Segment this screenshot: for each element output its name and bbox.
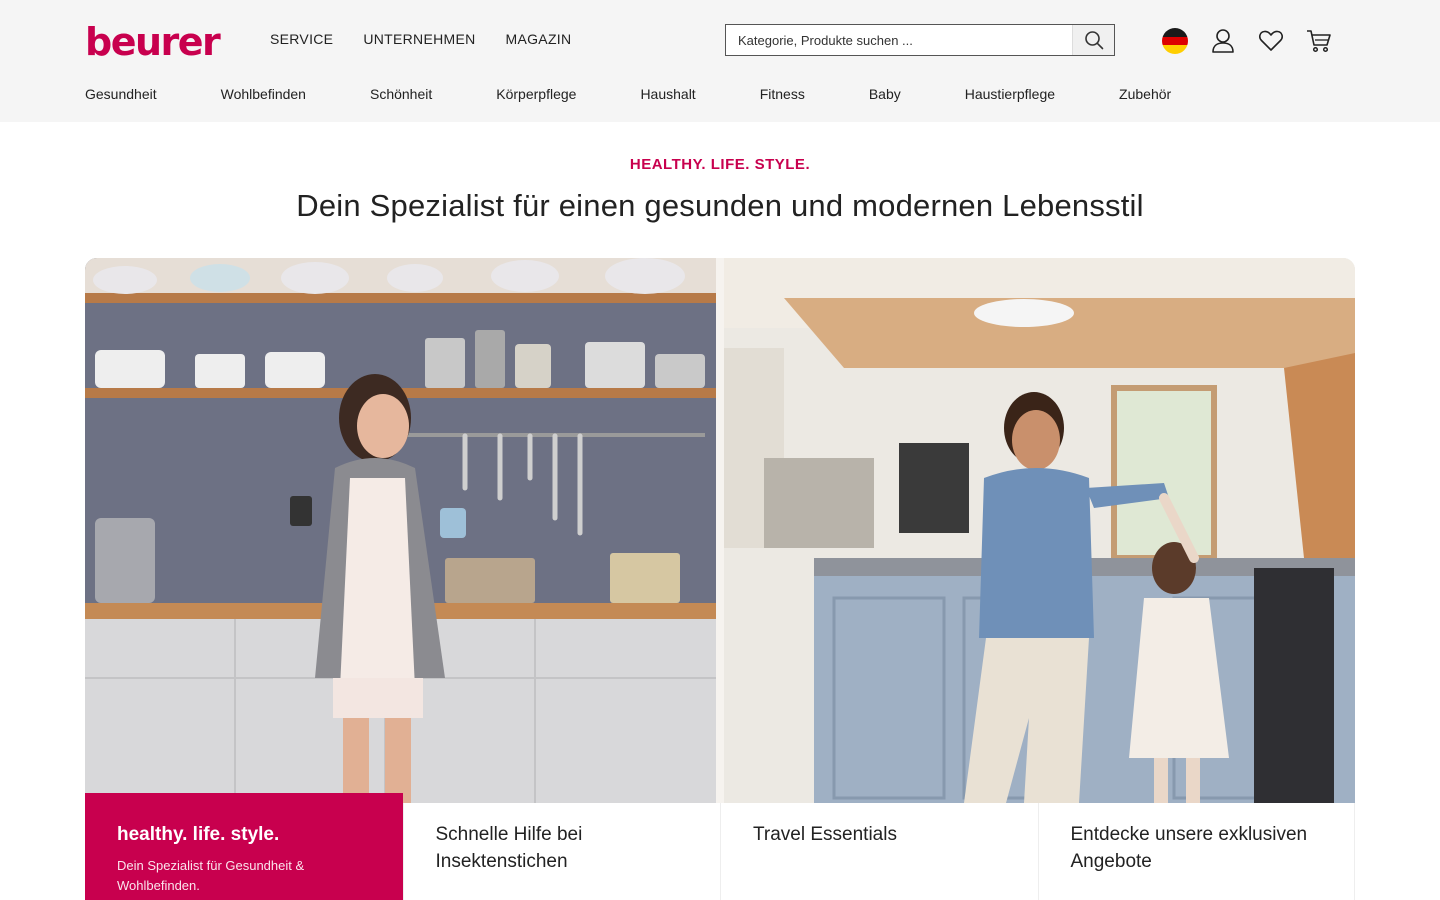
hero-image-woman-kitchen: [85, 258, 716, 803]
header-icons: [1160, 26, 1352, 56]
category-wohlbefinden[interactable]: Wohlbefinden: [221, 86, 306, 102]
search-input[interactable]: [726, 25, 1072, 55]
search-icon: [1084, 31, 1103, 50]
category-zubehoer[interactable]: Zubehör: [1119, 86, 1171, 102]
top-navigation: SERVICE UNTERNEHMEN MAGAZIN: [270, 31, 601, 47]
category-koerperpflege[interactable]: Körperpflege: [496, 86, 576, 102]
card-text: Dein Spezialist für Gesundheit & Wohlbef…: [117, 858, 305, 893]
nav-link-unternehmen[interactable]: UNTERNEHMEN: [363, 31, 475, 47]
card-insektenstiche[interactable]: Schnelle Hilfe bei Insektenstichen: [402, 803, 720, 900]
hero-headline: Dein Spezialist für einen gesunden und m…: [296, 188, 1144, 223]
card-travel-essentials[interactable]: Travel Essentials: [720, 803, 1038, 900]
card-title: Schnelle Hilfe bei Insektenstichen: [435, 824, 583, 872]
category-haushalt[interactable]: Haushalt: [640, 86, 695, 102]
site-header: beurer SERVICE UNTERNEHMEN MAGAZIN Kateg…: [0, 0, 1440, 122]
hero-divider: [716, 258, 724, 803]
feature-cards: healthy. life. style. Dein Spezialist fü…: [85, 793, 1355, 900]
category-navigation: Gesundheit Wohlbefinden Schönheit Körper…: [85, 86, 1235, 102]
card-title: Entdecke unsere exklusiven Angebote: [1070, 824, 1308, 872]
card-title: Travel Essentials: [753, 824, 897, 845]
nav-link-service[interactable]: SERVICE: [270, 31, 333, 47]
flag-de-icon: [1162, 28, 1188, 54]
language-selector[interactable]: [1160, 26, 1190, 56]
search-bar: [725, 24, 1115, 56]
category-haustierpflege[interactable]: Haustierpflege: [965, 86, 1055, 102]
account-button[interactable]: [1208, 26, 1238, 56]
category-gesundheit[interactable]: Gesundheit: [85, 86, 157, 102]
hero-banner[interactable]: [85, 258, 1355, 803]
category-schoenheit[interactable]: Schönheit: [370, 86, 432, 102]
heart-icon: [1259, 30, 1283, 51]
card-healthy-life-style[interactable]: healthy. life. style. Dein Spezialist fü…: [85, 793, 403, 900]
cart-icon: [1307, 30, 1331, 53]
nav-link-magazin[interactable]: MAGAZIN: [506, 31, 572, 47]
card-title: healthy. life. style.: [117, 824, 280, 845]
category-fitness[interactable]: Fitness: [760, 86, 805, 102]
cart-button[interactable]: [1304, 26, 1334, 56]
hero-image-father-daughter: [724, 258, 1355, 803]
search-button[interactable]: [1072, 25, 1114, 55]
user-icon: [1212, 29, 1234, 53]
category-baby[interactable]: Baby: [869, 86, 901, 102]
hero-eyebrow: HEALTHY. LIFE. STYLE.: [629, 156, 811, 173]
card-angebote[interactable]: Entdecke unsere exklusiven Angebote: [1037, 803, 1355, 900]
brand-logo[interactable]: beurer: [85, 23, 221, 61]
wishlist-button[interactable]: [1256, 26, 1286, 56]
